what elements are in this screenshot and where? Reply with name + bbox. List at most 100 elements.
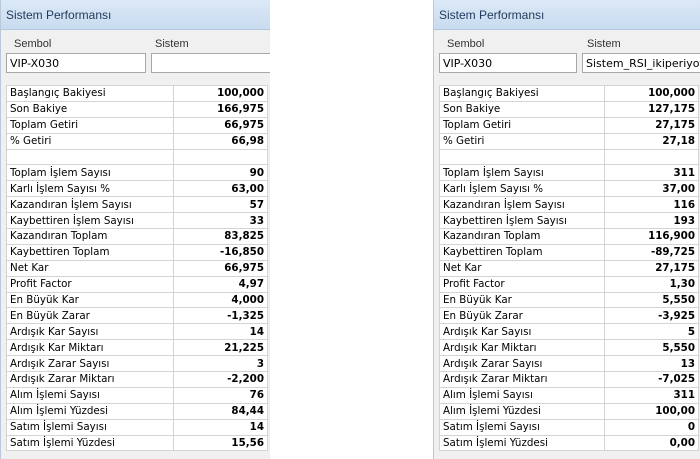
table-row[interactable]: Toplam Getiri 27,175 (439, 116, 699, 134)
metric-value: 37,00 (604, 180, 699, 198)
performance-table: Başlangıç Bakiyesi 100,000 Son Bakiye 166,9… (6, 85, 268, 452)
table-row[interactable]: Kaybettiren Toplam -16,850 (6, 243, 268, 261)
metric-label: Toplam İşlem Sayısı (6, 164, 174, 182)
performance-table: Başlangıç Bakiyesi 100,000 Son Bakiye 127,1… (439, 85, 699, 452)
table-row[interactable]: Kazandıran İşlem Sayısı 116 (439, 196, 699, 214)
table-row[interactable]: En Büyük Kar 4,000 (6, 291, 268, 309)
metric-value: 27,18 (604, 132, 699, 150)
metric-value: -7,025 (604, 371, 699, 388)
metric-label: Kaybettiren Toplam (439, 243, 605, 261)
table-row[interactable]: Profit Factor 4,97 (6, 275, 268, 293)
performance-panel-right: Sistem Performansı Sembol Sistem VIP-X03… (433, 0, 700, 459)
table-row[interactable]: Toplam Getiri 66,975 (6, 116, 268, 134)
table-row[interactable]: Profit Factor 1,30 (439, 275, 699, 293)
table-row[interactable]: Toplam İşlem Sayısı 90 (6, 164, 268, 182)
metric-value: 66,975 (173, 116, 268, 134)
table-row[interactable]: Kazandıran Toplam 116,900 (439, 228, 699, 245)
table-row[interactable]: Ardışık Zarar Miktarı -2,200 (6, 371, 268, 388)
metric-value: 13 (604, 355, 699, 373)
table-row[interactable]: Ardışık Kar Miktarı 5,550 (439, 339, 699, 357)
table-row[interactable]: % Getiri 27,18 (439, 132, 699, 150)
sembol-field[interactable]: VIP-X030 (439, 53, 577, 73)
metric-value: 5,550 (604, 339, 699, 357)
table-row[interactable]: Ardışık Kar Miktarı 21,225 (6, 339, 268, 357)
table-row[interactable]: Karlı İşlem Sayısı % 63,00 (6, 180, 268, 198)
table-row[interactable]: Alım İşlemi Yüzdesi 100,00 (439, 402, 699, 420)
table-row[interactable]: Alım İşlemi Sayısı 76 (6, 386, 268, 404)
metric-label: Kaybettiren İşlem Sayısı (439, 212, 605, 230)
metric-value: 100,00 (604, 402, 699, 420)
metric-label: Toplam İşlem Sayısı (439, 164, 605, 182)
table-row[interactable]: Başlangıç Bakiyesi 100,000 (439, 85, 699, 102)
table-row[interactable]: Ardışık Zarar Miktarı -7,025 (439, 371, 699, 388)
panel-title: Sistem Performansı (1, 0, 270, 30)
performance-panel-left: Sistem Performansı Sembol Sistem VIP-X03… (0, 0, 270, 459)
metric-label: En Büyük Kar (439, 291, 605, 309)
table-row[interactable]: Satım İşlemi Sayısı 0 (439, 418, 699, 436)
table-row[interactable]: Ardışık Zarar Sayısı 3 (6, 355, 268, 373)
table-row[interactable]: En Büyük Kar 5,550 (439, 291, 699, 309)
table-row[interactable]: En Büyük Zarar -1,325 (6, 307, 268, 325)
sistem-field[interactable] (151, 53, 270, 73)
table-row[interactable]: Kazandıran İşlem Sayısı 57 (6, 196, 268, 214)
sembol-field[interactable]: VIP-X030 (6, 53, 146, 73)
metric-value: 166,975 (173, 100, 268, 118)
metric-label (439, 148, 605, 166)
metric-label: Alım İşlemi Yüzdesi (6, 402, 174, 420)
metric-label: Ardışık Zarar Miktarı (439, 371, 605, 388)
metric-value: 116,900 (604, 228, 699, 245)
metric-value: 0 (604, 418, 699, 436)
metric-label: Alım İşlemi Sayısı (6, 386, 174, 404)
metric-value: -16,850 (173, 243, 268, 261)
metric-value: 0,00 (604, 434, 699, 452)
table-row[interactable]: Net Kar 27,175 (439, 259, 699, 277)
metric-value: 116 (604, 196, 699, 214)
table-row[interactable]: Toplam İşlem Sayısı 311 (439, 164, 699, 182)
table-row[interactable]: Satım İşlemi Sayısı 14 (6, 418, 268, 436)
table-row[interactable]: Alım İşlemi Yüzdesi 84,44 (6, 402, 268, 420)
table-row[interactable]: Karlı İşlem Sayısı % 37,00 (439, 180, 699, 198)
sistem-field[interactable]: Sistem_RSI_ikiperiyot (582, 53, 700, 73)
table-row[interactable]: Alım İşlemi Sayısı 311 (439, 386, 699, 404)
metric-label: Satım İşlemi Sayısı (439, 418, 605, 436)
metric-value: 76 (173, 386, 268, 404)
metric-label: Son Bakiye (6, 100, 174, 118)
table-row[interactable] (6, 148, 268, 166)
table-row[interactable]: Başlangıç Bakiyesi 100,000 (6, 85, 268, 102)
metric-label: Ardışık Kar Miktarı (439, 339, 605, 357)
metric-value: 3 (173, 355, 268, 373)
metric-label: Profit Factor (6, 275, 174, 293)
metric-label: Net Kar (6, 259, 174, 277)
table-row[interactable]: Kaybettiren İşlem Sayısı 193 (439, 212, 699, 230)
table-row[interactable]: Satım İşlemi Yüzdesi 15,56 (6, 434, 268, 452)
metric-label: Kazandıran Toplam (6, 228, 174, 245)
metric-label: Toplam Getiri (439, 116, 605, 134)
table-row[interactable]: % Getiri 66,98 (6, 132, 268, 150)
table-row[interactable]: Net Kar 66,975 (6, 259, 268, 277)
metric-label: Alım İşlemi Yüzdesi (439, 402, 605, 420)
metric-value: 5,550 (604, 291, 699, 309)
metric-value: 100,000 (173, 85, 268, 102)
metric-value: 66,975 (173, 259, 268, 277)
metric-value: 311 (604, 386, 699, 404)
table-row[interactable]: Kazandıran Toplam 83,825 (6, 228, 268, 245)
metric-value: -1,325 (173, 307, 268, 325)
metric-value (604, 148, 699, 166)
metric-label: Alım İşlemi Sayısı (439, 386, 605, 404)
metric-label: Kaybettiren Toplam (6, 243, 174, 261)
metric-label: Toplam Getiri (6, 116, 174, 134)
table-row[interactable]: Son Bakiye 166,975 (6, 100, 268, 118)
metric-value: 57 (173, 196, 268, 214)
table-row[interactable]: En Büyük Zarar -3,925 (439, 307, 699, 325)
table-row[interactable]: Ardışık Kar Sayısı 14 (6, 323, 268, 341)
metric-label: Ardışık Kar Sayısı (6, 323, 174, 341)
table-row[interactable]: Son Bakiye 127,175 (439, 100, 699, 118)
table-row[interactable]: Ardışık Kar Sayısı 5 (439, 323, 699, 341)
table-row[interactable]: Kaybettiren Toplam -89,725 (439, 243, 699, 261)
metric-label: Satım İşlemi Yüzdesi (439, 434, 605, 452)
metric-value: 63,00 (173, 180, 268, 198)
table-row[interactable]: Ardışık Zarar Sayısı 13 (439, 355, 699, 373)
table-row[interactable]: Satım İşlemi Yüzdesi 0,00 (439, 434, 699, 452)
table-row[interactable] (439, 148, 699, 166)
table-row[interactable]: Kaybettiren İşlem Sayısı 33 (6, 212, 268, 230)
